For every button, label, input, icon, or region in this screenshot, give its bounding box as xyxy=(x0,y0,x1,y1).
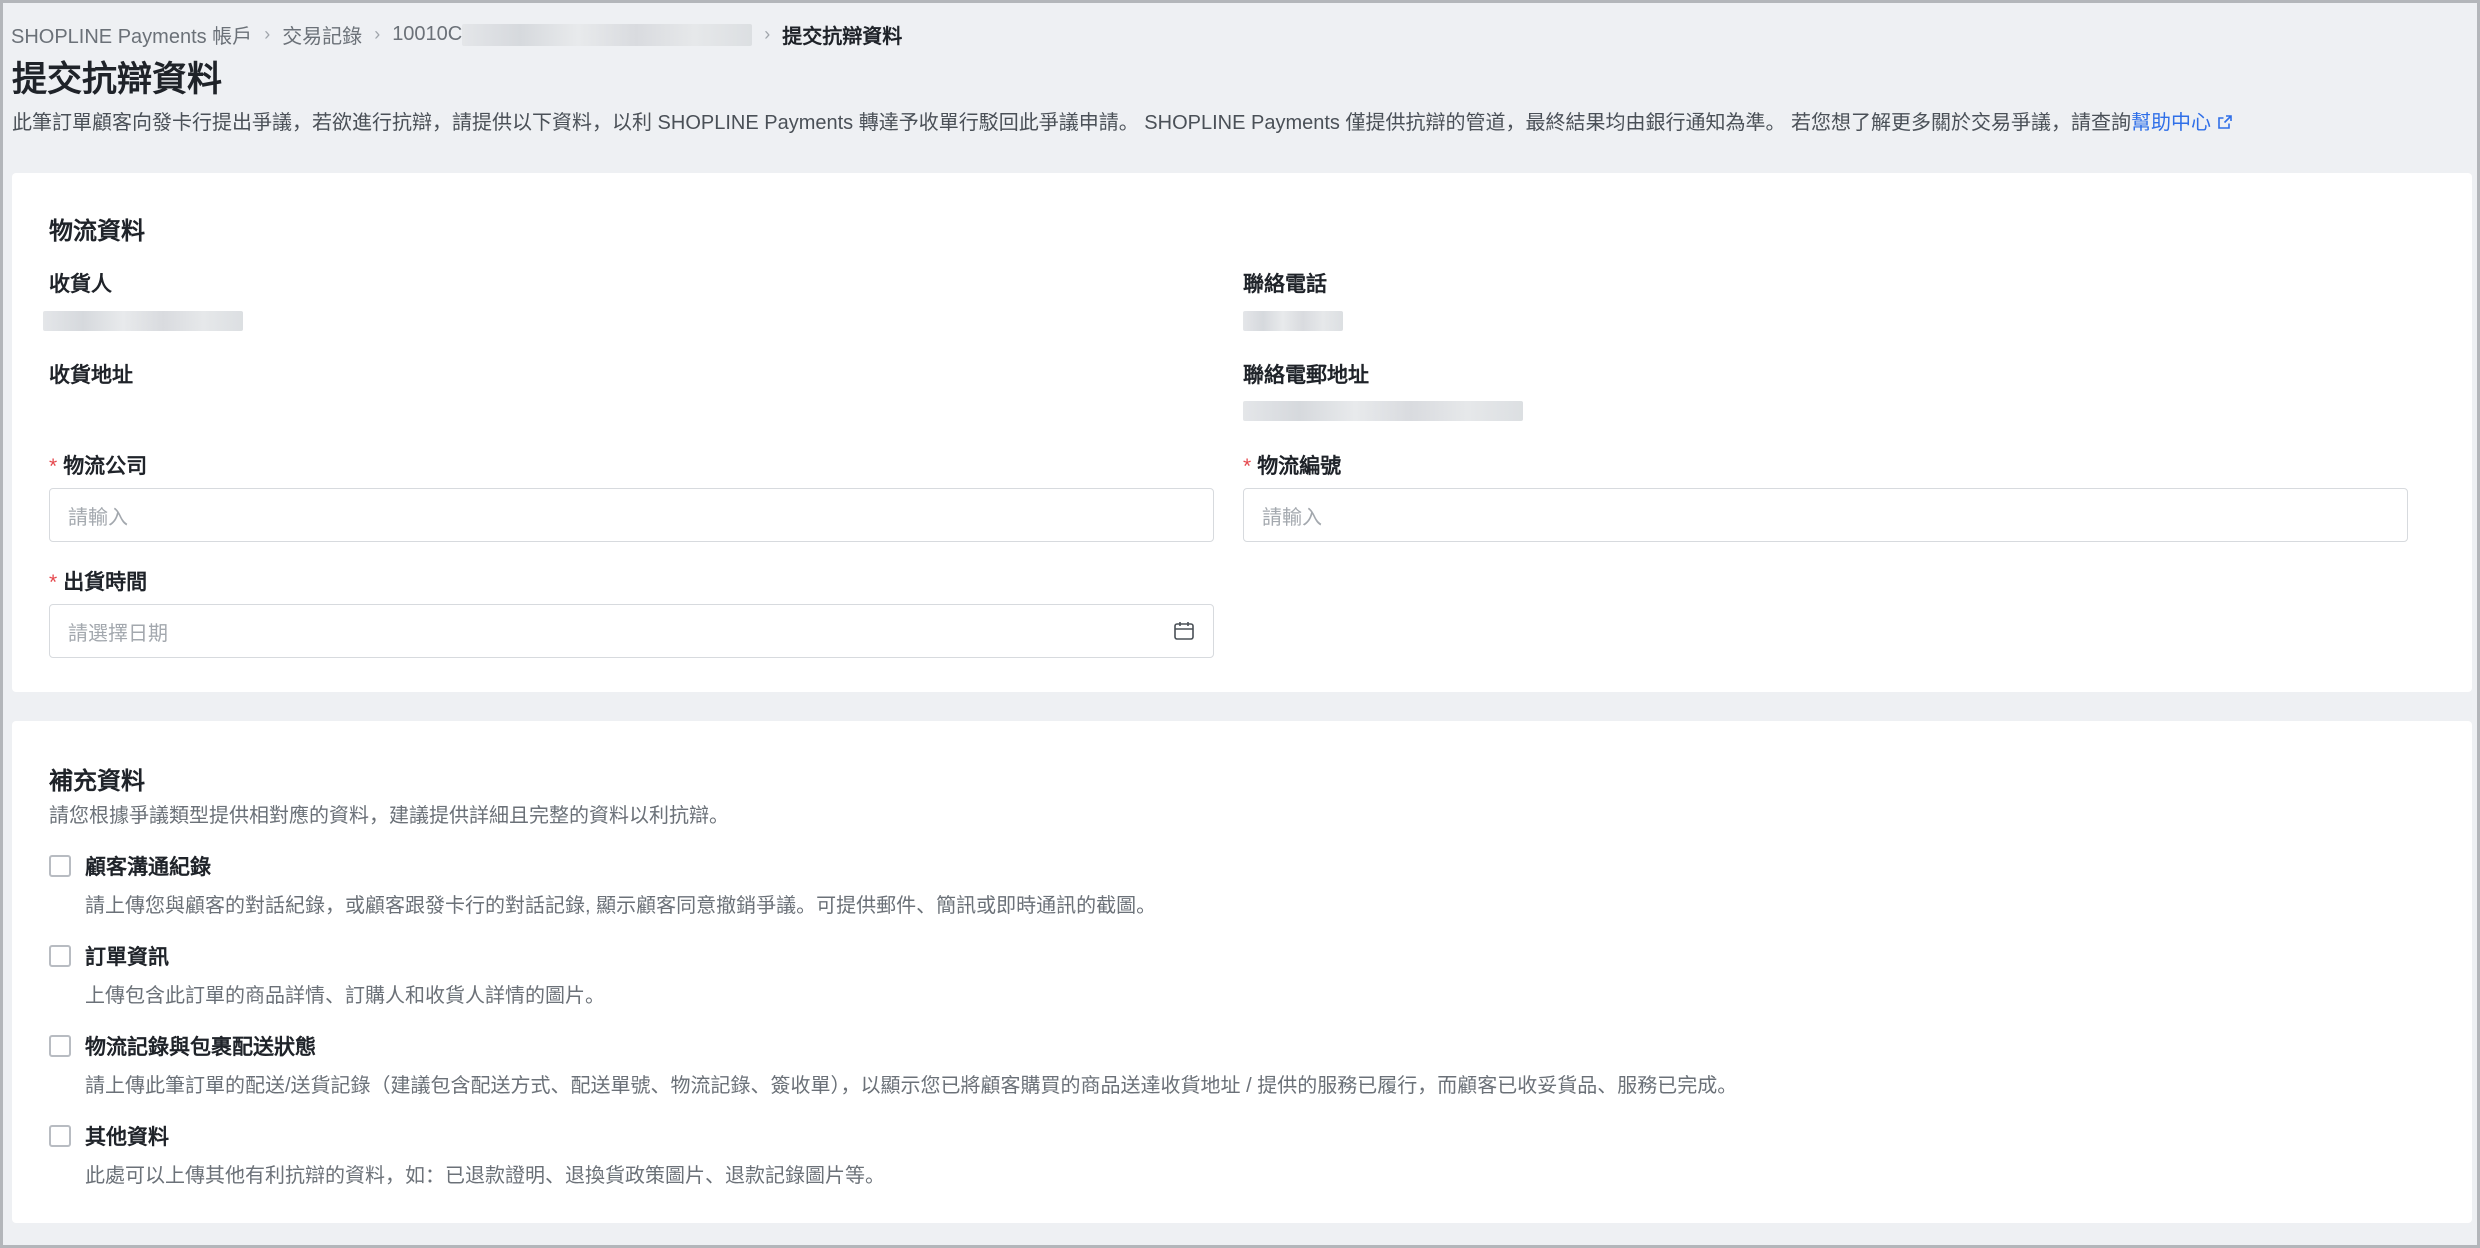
option-other[interactable]: 其他資料 xyxy=(49,1121,169,1151)
tracking-number-input[interactable]: 請輸入 xyxy=(1243,488,2408,542)
page-title: 提交抗辯資料 xyxy=(12,60,223,99)
required-mark: * xyxy=(1243,455,1252,478)
phone-label: 聯絡電話 xyxy=(1243,273,1327,296)
external-link-icon[interactable] xyxy=(2217,114,2233,130)
email-value-redacted xyxy=(1243,401,1523,421)
supplement-card: 補充資料 請您根據爭議類型提供相對應的資料，建議提供詳細且完整的資料以利抗辯。 … xyxy=(12,721,2472,1223)
logistics-card: 物流資料 收貨人 聯絡電話 收貨地址 聯絡電郵地址 * 物流公司 請輸入 * 物流編… xyxy=(12,173,2472,692)
carrier-placeholder: 請輸入 xyxy=(68,506,128,529)
address-label: 收貨地址 xyxy=(49,364,133,387)
recipient-value-redacted xyxy=(43,311,243,331)
chevron-right-icon: › xyxy=(264,24,271,44)
tracking-label: * 物流編號 xyxy=(1243,455,1342,478)
tracking-placeholder: 請輸入 xyxy=(1262,506,1322,529)
option-customer-communication[interactable]: 顧客溝通紀錄 xyxy=(49,851,211,881)
checkbox[interactable] xyxy=(49,1125,71,1147)
breadcrumb-item-transactions[interactable]: 交易記錄 xyxy=(282,20,362,49)
option-label: 物流記錄與包裹配送狀態 xyxy=(85,1036,316,1059)
calendar-icon[interactable] xyxy=(1173,620,1195,642)
supplement-title: 補充資料 xyxy=(49,768,145,795)
chevron-right-icon: › xyxy=(764,24,771,44)
checkbox[interactable] xyxy=(49,1035,71,1057)
recipient-label: 收貨人 xyxy=(49,273,112,296)
description-text: 此筆訂單顧客向發卡行提出爭議，若欲進行抗辯，請提供以下資料，以利 SHOPLIN… xyxy=(12,112,2132,134)
ship-date-picker[interactable]: 請選擇日期 xyxy=(49,604,1214,658)
option-logistics-record[interactable]: 物流記錄與包裹配送狀態 xyxy=(49,1031,316,1061)
option-label: 其他資料 xyxy=(85,1126,169,1149)
chevron-right-icon: › xyxy=(374,24,381,44)
option-label: 訂單資訊 xyxy=(85,946,169,969)
option-order-info[interactable]: 訂單資訊 xyxy=(49,941,169,971)
breadcrumb: SHOPLINE Payments 帳戶 › 交易記錄 › 10010C › 提… xyxy=(11,20,902,49)
option-label: 顧客溝通紀錄 xyxy=(85,856,211,879)
breadcrumb-item-order[interactable]: 10010C xyxy=(392,23,462,46)
email-label: 聯絡電郵地址 xyxy=(1243,364,1369,387)
logistics-title: 物流資料 xyxy=(49,218,145,245)
ship-date-label: * 出貨時間 xyxy=(49,571,148,594)
required-mark: * xyxy=(49,455,58,478)
option-desc: 上傳包含此訂單的商品詳情、訂購人和收貨人詳情的圖片。 xyxy=(85,985,605,1007)
ship-date-placeholder: 請選擇日期 xyxy=(68,622,168,645)
checkbox[interactable] xyxy=(49,945,71,967)
breadcrumb-current: 提交抗辯資料 xyxy=(782,26,903,48)
checkbox[interactable] xyxy=(49,855,71,877)
carrier-input[interactable]: 請輸入 xyxy=(49,488,1214,542)
carrier-label: * 物流公司 xyxy=(49,455,148,478)
required-mark: * xyxy=(49,571,58,594)
option-desc: 請上傳此筆訂單的配送/送貨記錄（建議包含配送方式、配送單號、物流記錄、簽收單），… xyxy=(85,1075,1738,1097)
breadcrumb-item-account[interactable]: SHOPLINE Payments 帳戶 xyxy=(11,20,252,49)
help-center-link[interactable]: 幫助中心 xyxy=(2131,112,2211,134)
option-desc: 此處可以上傳其他有利抗辯的資料，如：已退款證明、退換貨政策圖片、退款記錄圖片等。 xyxy=(85,1165,885,1187)
supplement-subtitle: 請您根據爭議類型提供相對應的資料，建議提供詳細且完整的資料以利抗辯。 xyxy=(49,805,729,827)
option-desc: 請上傳您與顧客的對話紀錄，或顧客跟發卡行的對話記錄, 顯示顧客同意撤銷爭議。可提… xyxy=(85,895,1157,917)
page-description: 此筆訂單顧客向發卡行提出爭議，若欲進行抗辯，請提供以下資料，以利 SHOPLIN… xyxy=(12,111,2472,135)
redacted-order-id xyxy=(462,23,753,46)
phone-value-redacted xyxy=(1243,311,1343,331)
